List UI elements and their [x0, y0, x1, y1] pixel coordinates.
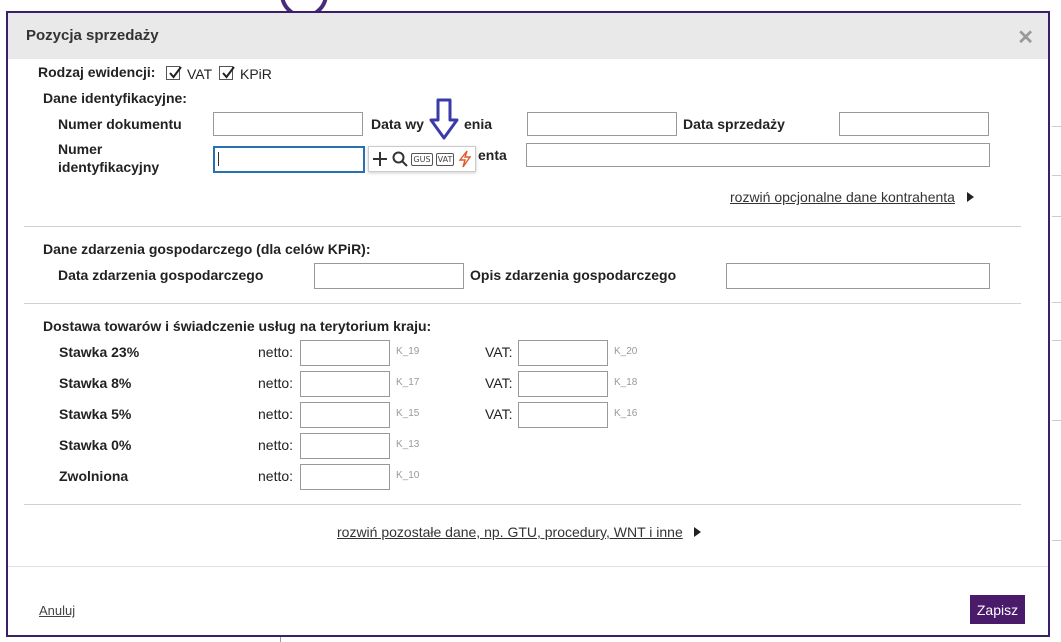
netto-5-code: K_15	[396, 408, 420, 419]
cancel-link[interactable]: Anuluj	[39, 603, 75, 618]
vat-check-icon[interactable]: VAT	[434, 149, 456, 169]
event-description-label: Opis zdarzenia gospodarczego	[470, 267, 677, 283]
event-description-input[interactable]	[726, 263, 990, 289]
vat-8-code: K_18	[614, 377, 638, 388]
gus-lookup-icon[interactable]: GUS	[411, 149, 433, 169]
dialog-header: Pozycja sprzedaży ✕	[8, 13, 1048, 59]
document-number-input[interactable]	[213, 112, 363, 136]
issue-date-input[interactable]	[527, 112, 677, 136]
annotation-arrow-icon	[429, 98, 459, 140]
divider	[24, 303, 1021, 304]
event-date-input[interactable]	[314, 263, 464, 289]
event-date-label: Data zdarzenia gospodarczego	[58, 267, 264, 283]
contractor-name-label: enta	[478, 147, 507, 163]
kpir-checkbox-label: KPiR	[240, 66, 272, 82]
id-number-input[interactable]	[213, 146, 365, 173]
sale-date-input[interactable]	[839, 112, 989, 136]
rate-5-label: Stawka 5%	[59, 406, 132, 422]
event-section-title: Dane zdarzenia gospodarczego (dla celów …	[43, 241, 371, 257]
divider	[24, 226, 1021, 227]
kpir-checkbox[interactable]	[219, 66, 235, 80]
contractor-name-input[interactable]	[526, 143, 990, 167]
netto-23-input[interactable]	[300, 340, 390, 366]
close-icon[interactable]: ✕	[1017, 25, 1034, 50]
document-number-label: Numer dokumentu	[58, 116, 182, 132]
issue-date-label-right: enia	[464, 116, 493, 132]
issue-date-label-left: Data wy	[371, 116, 424, 132]
text-caret	[218, 152, 219, 166]
rate-23-label: Stawka 23%	[59, 344, 140, 360]
exempt-label: Zwolniona	[59, 468, 129, 484]
vat-8-input[interactable]	[518, 371, 608, 397]
background-table-edge	[1052, 40, 1061, 640]
netto-exempt-input[interactable]	[300, 464, 390, 490]
id-number-label-line1: Numer	[58, 141, 103, 157]
netto-8-code: K_17	[396, 377, 420, 388]
vat-label: VAT:	[485, 406, 513, 422]
netto-0-code: K_13	[396, 439, 420, 450]
netto-0-input[interactable]	[300, 433, 390, 459]
plus-icon[interactable]	[371, 149, 389, 169]
vat-23-input[interactable]	[518, 340, 608, 366]
rate-0-label: Stawka 0%	[59, 437, 132, 453]
netto-label: netto:	[258, 344, 294, 360]
netto-23-code: K_19	[396, 346, 420, 357]
vat-checkbox-label: VAT	[187, 66, 213, 82]
vat-5-code: K_16	[614, 408, 638, 419]
dialog-title: Pozycja sprzedaży	[26, 27, 159, 44]
vat-5-input[interactable]	[518, 402, 608, 428]
identification-section-title: Dane identyfikacyjne:	[43, 90, 187, 106]
search-icon[interactable]	[391, 149, 409, 169]
netto-label: netto:	[258, 406, 294, 422]
divider	[24, 504, 1021, 505]
evidence-type-label: Rodzaj ewidencji:	[38, 64, 156, 80]
lightning-icon[interactable]	[457, 149, 473, 169]
rate-8-label: Stawka 8%	[59, 375, 132, 391]
netto-exempt-code: K_10	[396, 470, 420, 481]
id-number-label-line2: identyfikacyjny	[58, 159, 160, 175]
sale-item-dialog: Pozycja sprzedaży ✕ Rodzaj ewidencji: VA…	[6, 11, 1050, 637]
netto-label: netto:	[258, 437, 294, 453]
sale-date-label: Data sprzedaży	[683, 116, 785, 132]
expand-arrow-icon	[967, 192, 974, 202]
supply-section-title: Dostawa towarów i świadczenie usług na t…	[43, 318, 432, 334]
vat-label: VAT:	[485, 375, 513, 391]
vat-23-code: K_20	[614, 346, 638, 357]
netto-8-input[interactable]	[300, 371, 390, 397]
netto-label: netto:	[258, 468, 294, 484]
expand-contractor-details-link[interactable]: rozwiń opcjonalne dane kontrahenta	[730, 189, 955, 205]
id-number-toolbar: GUS VAT	[368, 146, 476, 172]
netto-label: netto:	[258, 375, 294, 391]
save-button[interactable]: Zapisz	[970, 595, 1025, 624]
expand-arrow-icon	[694, 527, 701, 537]
footer-divider	[8, 566, 1048, 567]
netto-5-input[interactable]	[300, 402, 390, 428]
expand-more-details-link[interactable]: rozwiń pozostałe dane, np. GTU, procedur…	[337, 524, 683, 540]
vat-label: VAT:	[485, 344, 513, 360]
vat-checkbox[interactable]	[166, 66, 182, 80]
